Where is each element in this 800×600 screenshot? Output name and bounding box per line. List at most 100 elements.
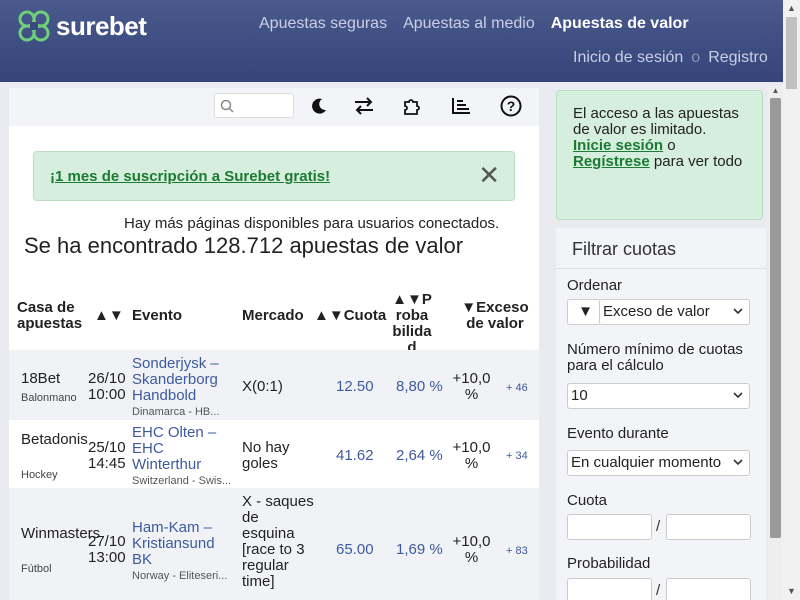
- col-bookmaker[interactable]: Casa de apuestas: [17, 300, 87, 332]
- table-row[interactable]: 18Bet Balonmano 26/10 10:00 Sonderjysk –…: [9, 350, 539, 420]
- odds-value[interactable]: 65.00: [336, 542, 374, 558]
- filter-panel: Filtrar cuotas Ordenar ▼ Exceso de valor…: [556, 228, 766, 600]
- close-icon[interactable]: ✕: [478, 162, 500, 188]
- notice-register-link[interactable]: Regístrese: [573, 153, 650, 170]
- search-icon: [220, 99, 234, 113]
- site-header: surebet Apuestas seguras Apuestas al med…: [0, 0, 800, 82]
- page-scrollbar[interactable]: ▲ ▼: [783, 0, 800, 600]
- swap-icon[interactable]: [352, 94, 376, 118]
- excess-value: +10,0 %: [452, 439, 491, 472]
- odds-label: Cuota: [567, 492, 608, 509]
- market-name: No hay goles: [242, 439, 290, 472]
- event-link[interactable]: EHC Olten – EHC Winterthur: [132, 425, 232, 473]
- sidebar: El acceso a las apuestas de valor es lim…: [556, 88, 766, 600]
- divider: [556, 268, 766, 269]
- min-odds-label: Número mínimo de cuotas para el cálculo: [567, 341, 743, 374]
- odds-value[interactable]: 12.50: [336, 379, 374, 395]
- search-box[interactable]: [214, 93, 294, 118]
- login-link[interactable]: Inicio de sesión: [573, 49, 683, 67]
- min-odds-value: 10: [571, 387, 588, 404]
- page-scroll-thumb[interactable]: [786, 17, 797, 89]
- auth-links: Inicio de sesión o Registro: [573, 49, 768, 67]
- probability-max-input[interactable]: [666, 578, 751, 600]
- nav-middle-bets[interactable]: Apuestas al medio: [403, 15, 535, 33]
- more-markets-link[interactable]: + 83: [506, 543, 528, 559]
- order-select-value: Exceso de valor: [603, 303, 710, 320]
- excess-value: +10,0 %: [452, 533, 491, 566]
- help-icon[interactable]: ?: [499, 94, 523, 118]
- excess-value: +10,0 %: [452, 370, 491, 403]
- more-markets-link[interactable]: + 34: [506, 448, 528, 464]
- nav-value-bets[interactable]: Apuestas de valor: [551, 15, 689, 33]
- bookmaker-name[interactable]: Betadonis: [21, 432, 88, 448]
- filter-title: Filtrar cuotas: [572, 239, 677, 259]
- svg-text:?: ?: [507, 98, 516, 114]
- min-odds-select[interactable]: 10: [567, 383, 750, 409]
- main-panel: ? ¡1 mes de suscripción a Surebet gratis…: [9, 88, 539, 600]
- promo-banner: ¡1 mes de suscripción a Surebet gratis! …: [33, 151, 515, 201]
- event-during-value: En cualquier momento: [571, 454, 722, 471]
- bookmaker-name[interactable]: Winmasters: [21, 526, 100, 542]
- probability-value: 2,64 %: [396, 447, 443, 464]
- notice-text-end: para ver todo: [653, 153, 743, 170]
- order-select[interactable]: Exceso de valor: [599, 299, 750, 325]
- puzzle-icon[interactable]: [400, 94, 424, 118]
- search-input[interactable]: [238, 98, 293, 113]
- table-row[interactable]: Betadonis Hockey 25/10 14:45 EHC Olten –…: [9, 420, 539, 488]
- odds-value[interactable]: 41.62: [336, 448, 374, 464]
- league-name: Norway - Eliteseri...: [132, 570, 228, 582]
- table-header: Casa de apuestas ▲▼ Evento Mercado ▲▼Cuo…: [9, 284, 539, 356]
- col-market[interactable]: Mercado: [242, 308, 304, 324]
- sport-name: Hockey: [21, 469, 58, 481]
- event-time: 10:00: [88, 386, 126, 403]
- odds-max-input[interactable]: [666, 514, 751, 540]
- promo-link[interactable]: ¡1 mes de suscripción a Surebet gratis!: [50, 168, 330, 185]
- col-sort[interactable]: ▲▼: [94, 308, 124, 324]
- register-link[interactable]: Registro: [708, 49, 768, 67]
- event-date: 27/10: [88, 533, 126, 550]
- access-notice: El acceso a las apuestas de valor es lim…: [556, 90, 763, 220]
- probability-value: 1,69 %: [396, 541, 443, 558]
- logo[interactable]: surebet: [16, 8, 147, 44]
- chart-icon[interactable]: [449, 94, 473, 118]
- moon-icon[interactable]: [307, 94, 331, 118]
- event-link[interactable]: Ham-Kam – Kristiansund BK: [132, 520, 232, 568]
- nav-safe-bets[interactable]: Apuestas seguras: [259, 15, 387, 33]
- sidebar-scrollbar[interactable]: ▲: [768, 86, 783, 600]
- league-name: Dinamarca - HB...: [132, 406, 220, 418]
- scroll-up-icon[interactable]: ▲: [768, 86, 783, 98]
- odds-min-input[interactable]: [567, 514, 652, 540]
- event-during-label: Evento durante: [567, 425, 669, 442]
- col-event[interactable]: Evento: [132, 308, 182, 324]
- sport-name: Balonmano: [21, 392, 77, 404]
- market-name: X - saques de esquina [race to 3 regular…: [242, 493, 314, 590]
- probability-label: Probabilidad: [567, 555, 651, 572]
- more-pages-notice: Hay más páginas disponibles para usuario…: [124, 215, 500, 232]
- sport-name: Fútbol: [21, 563, 52, 575]
- auth-separator: o: [691, 49, 701, 66]
- bookmaker-name[interactable]: 18Bet: [21, 371, 60, 387]
- chevron-down-icon: [733, 459, 743, 466]
- league-name: Switzerland - Swis...: [132, 475, 232, 487]
- event-date: 26/10: [88, 370, 126, 387]
- notice-or: o: [667, 137, 676, 154]
- sort-direction-button[interactable]: ▼: [567, 299, 601, 325]
- col-excess[interactable]: ▼Exceso de valor: [458, 300, 532, 332]
- range-separator: /: [656, 518, 661, 535]
- scroll-up-icon[interactable]: ▲: [783, 0, 800, 17]
- event-during-select[interactable]: En cualquier momento: [567, 450, 750, 476]
- more-markets-link[interactable]: + 46: [506, 380, 528, 396]
- notice-login-link[interactable]: Inicie sesión: [573, 137, 663, 154]
- sidebar-scroll-thumb[interactable]: [770, 98, 781, 538]
- event-link[interactable]: Sonderjysk – Skanderborg Handbold: [132, 356, 237, 404]
- col-odds[interactable]: ▲▼Cuota: [314, 308, 386, 324]
- event-date: 25/10: [88, 439, 126, 456]
- chevron-down-icon: [733, 392, 743, 399]
- table-row[interactable]: Winmasters Fútbol 27/10 13:00 Ham-Kam – …: [9, 488, 539, 600]
- toolbar: ?: [9, 88, 539, 126]
- probability-min-input[interactable]: [567, 578, 652, 600]
- event-time: 13:00: [88, 549, 126, 566]
- scroll-down-icon[interactable]: ▼: [783, 583, 800, 600]
- probability-value: 8,80 %: [396, 378, 443, 395]
- col-probability[interactable]: ▲▼Probabilidad: [392, 292, 432, 356]
